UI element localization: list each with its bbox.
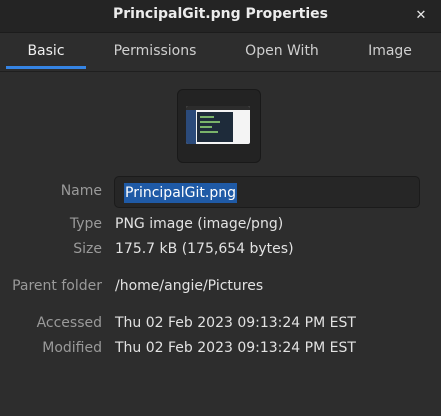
parent-folder-value: /home/angie/Pictures	[115, 278, 264, 294]
type-label: Type	[69, 216, 102, 232]
file-thumbnail	[177, 89, 261, 163]
tab-open-with[interactable]: Open With	[232, 33, 332, 69]
size-value: 175.7 kB (175,654 bytes)	[115, 241, 294, 257]
close-icon: ✕	[415, 8, 427, 23]
basic-tab-content: Name PrincipalGit.png Type PNG image (im…	[0, 72, 441, 416]
type-value: PNG image (image/png)	[115, 216, 284, 232]
window-title: PrincipalGit.png Properties	[112, 6, 328, 22]
properties-dialog: PrincipalGit.png Properties ✕ Basic Perm…	[0, 0, 441, 416]
name-label: Name	[60, 183, 102, 199]
tab-image[interactable]: Image	[350, 33, 430, 69]
parent-folder-label: Parent folder	[12, 278, 102, 294]
modified-label: Modified	[42, 340, 102, 356]
tab-basic[interactable]: Basic	[6, 33, 86, 69]
tab-bar: Basic Permissions Open With Image	[0, 33, 441, 72]
size-label: Size	[73, 241, 102, 257]
image-thumbnail-icon	[186, 106, 250, 144]
accessed-label: Accessed	[36, 315, 102, 331]
name-field-selected-text: PrincipalGit.png	[124, 183, 237, 203]
close-button[interactable]: ✕	[411, 6, 431, 26]
title-bar: PrincipalGit.png Properties ✕	[0, 0, 441, 33]
name-field[interactable]: PrincipalGit.png	[114, 176, 420, 208]
accessed-value: Thu 02 Feb 2023 09:13:24 PM EST	[115, 315, 356, 331]
tab-permissions[interactable]: Permissions	[100, 33, 210, 69]
modified-value: Thu 02 Feb 2023 09:13:24 PM EST	[115, 340, 356, 356]
